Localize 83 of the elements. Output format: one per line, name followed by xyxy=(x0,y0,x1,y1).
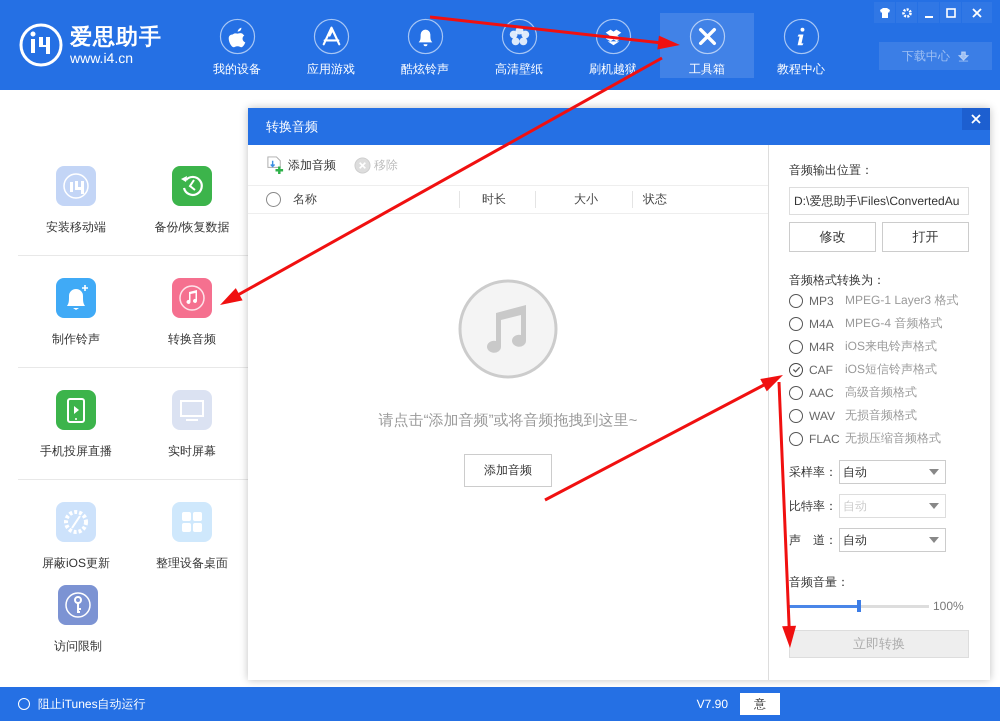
output-path-field[interactable]: D:\爱思助手\Files\ConvertedAu xyxy=(789,187,969,215)
tool-label: 转换音频 xyxy=(168,332,216,346)
logo-name: 爱思助手 xyxy=(70,24,162,50)
tool-label: 屏蔽iOS更新 xyxy=(42,556,110,570)
shirt-icon xyxy=(878,6,890,18)
select-label: 声 道： xyxy=(789,532,838,548)
nav-tab[interactable]: 教程中心 xyxy=(754,13,848,78)
info-icon xyxy=(782,18,820,55)
phone-play-icon[interactable] xyxy=(56,390,96,430)
check-icon xyxy=(792,365,800,374)
box-icon xyxy=(594,18,632,55)
column-header[interactable]: 时长 xyxy=(459,191,535,208)
format-label: 音频格式转换为： xyxy=(789,273,886,287)
nav-tab[interactable]: 工具箱 xyxy=(660,13,754,78)
nav-tab[interactable]: 应用游戏 xyxy=(284,13,378,78)
status-button[interactable]: 意 xyxy=(740,693,780,715)
format-option[interactable]: FLAC 无损压缩音频格式 xyxy=(789,427,990,450)
add-audio-button[interactable]: 添加音频 xyxy=(266,156,336,174)
music-note-icon[interactable] xyxy=(172,278,212,318)
maximize-icon xyxy=(944,6,956,18)
remove-icon xyxy=(354,156,371,174)
close-icon xyxy=(970,113,982,125)
format-option[interactable]: CAF iOS短信铃声格式 xyxy=(789,358,990,381)
tool-label: 备份/恢复数据 xyxy=(154,220,230,234)
format-option[interactable]: MP3 MPEG-1 Layer3 格式 xyxy=(789,289,990,312)
add-file-icon xyxy=(266,156,285,174)
format-option[interactable]: M4A MPEG-4 音频格式 xyxy=(789,312,990,335)
clock-restore-icon[interactable] xyxy=(172,166,212,206)
logo-url: www.i4.cn xyxy=(70,50,134,66)
tool-label: 制作铃声 xyxy=(52,332,100,346)
close-button[interactable] xyxy=(962,2,992,23)
app-store-icon xyxy=(312,18,350,55)
download-icon xyxy=(958,50,969,62)
nav-tab[interactable]: 高清壁纸 xyxy=(472,13,566,78)
select-label: 采样率： xyxy=(789,464,838,480)
bell-icon xyxy=(406,18,444,55)
tool-label: 整理设备桌面 xyxy=(156,556,228,570)
bell-plus-icon[interactable] xyxy=(56,278,96,318)
format-option[interactable]: AAC 高级音频格式 xyxy=(789,381,990,404)
nav-tab[interactable]: 我的设备 xyxy=(190,13,284,78)
format-option[interactable]: WAV 无损音频格式 xyxy=(789,404,990,427)
block-itunes-option[interactable]: 阻止iTunes自动运行 xyxy=(18,696,146,712)
minimize-button[interactable] xyxy=(918,2,939,23)
settings-button[interactable] xyxy=(896,2,917,23)
radio-button[interactable] xyxy=(18,698,30,710)
volume-reading: 100% xyxy=(933,599,964,613)
block-itunes-label: 阻止iTunes自动运行 xyxy=(38,696,146,712)
apple-icon xyxy=(218,18,256,55)
empty-hint: 请点击“添加音频”或将音频拖拽到这里~ xyxy=(378,411,638,430)
tools-icon xyxy=(688,18,726,55)
settings-icon xyxy=(900,6,912,18)
select-label: 比特率： xyxy=(789,498,838,514)
tool-label: 安装移动端 xyxy=(46,220,106,234)
select-all-checkbox[interactable] xyxy=(266,192,281,207)
output-location-label: 音频输出位置： xyxy=(789,163,874,177)
tool-label: 访问限制 xyxy=(54,639,102,653)
nav-tab[interactable]: 酷炫铃声 xyxy=(378,13,472,78)
dropdown[interactable]: 自动 xyxy=(839,528,946,552)
column-header[interactable]: 状态 xyxy=(632,191,675,208)
add-audio-button[interactable]: 添加音频 xyxy=(464,454,552,487)
music-note-icon xyxy=(458,279,558,379)
caret-icon xyxy=(929,469,939,475)
maximize-button[interactable] xyxy=(940,2,961,23)
path-button[interactable]: 修改 xyxy=(789,222,876,252)
close-icon xyxy=(971,6,983,18)
dialog-title: 转换音频 xyxy=(266,118,318,136)
minimize-icon xyxy=(924,16,932,18)
tool-label: 手机投屏直播 xyxy=(40,444,112,458)
path-button[interactable]: 打开 xyxy=(882,222,969,252)
volume-label: 音频音量： xyxy=(789,575,850,589)
tool-label: 实时屏幕 xyxy=(168,444,216,458)
dropdown[interactable]: 自动 xyxy=(839,460,946,484)
skin-button[interactable] xyxy=(874,2,895,23)
version-label: V7.90 xyxy=(696,697,728,711)
column-header[interactable]: 大小 xyxy=(535,191,632,208)
key-icon[interactable] xyxy=(58,585,98,625)
caret-icon xyxy=(929,503,939,509)
caret-icon xyxy=(929,537,939,543)
flower-icon xyxy=(500,18,538,55)
column-header[interactable]: 名称 xyxy=(281,191,459,208)
dialog-close-button[interactable] xyxy=(962,108,990,130)
logo-icon xyxy=(18,22,64,68)
format-option[interactable]: M4R iOS来电铃声格式 xyxy=(789,335,990,358)
